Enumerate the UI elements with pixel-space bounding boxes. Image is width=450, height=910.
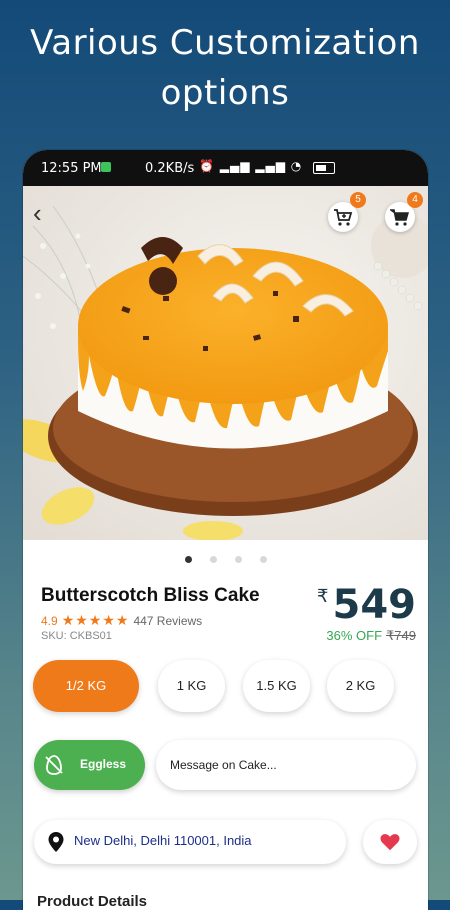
product-image: ‹ 5 4 bbox=[23, 186, 428, 540]
no-egg-icon bbox=[45, 755, 63, 775]
phone-screen: 12:55 PM 0.2KB/s ⏰ ▂▄▆ ▂▄▆ ◔ ‹ 5 4 Butte… bbox=[23, 150, 428, 910]
price-value: 549 bbox=[332, 582, 417, 628]
carousel-dot[interactable] bbox=[259, 556, 267, 563]
promo-heading: Various Customization options bbox=[0, 18, 450, 118]
product-details-heading: Product Details bbox=[37, 893, 148, 910]
carousel-dot[interactable] bbox=[234, 556, 242, 563]
app-notification-icon bbox=[101, 162, 111, 172]
reviews-link[interactable]: 447 Reviews bbox=[133, 614, 202, 628]
eggless-label: Eggless bbox=[80, 757, 127, 771]
original-price: ₹749 bbox=[386, 628, 416, 643]
signal-wifi-icons: ⏰ ▂▄▆ ▂▄▆ ◔ bbox=[199, 159, 303, 173]
carousel-dot[interactable] bbox=[209, 556, 217, 563]
wishlist-button[interactable] bbox=[363, 820, 417, 864]
promo-line-1: Various Customization bbox=[30, 23, 420, 63]
weight-option-1kg[interactable]: 1 KG bbox=[158, 660, 225, 712]
location-text: New Delhi, Delhi 110001, India bbox=[74, 833, 252, 848]
product-sku: SKU: CKBS01 bbox=[41, 630, 112, 642]
heart-icon bbox=[380, 834, 400, 851]
weight-option-1-5kg[interactable]: 1.5 KG bbox=[243, 660, 310, 712]
rating-row: 4.9 ★★★★★ 447 Reviews bbox=[41, 612, 202, 629]
cake-message-field[interactable] bbox=[156, 740, 416, 790]
status-bar: 12:55 PM 0.2KB/s ⏰ ▂▄▆ ▂▄▆ ◔ bbox=[23, 150, 428, 186]
battery-icon bbox=[313, 162, 335, 174]
carousel-indicator bbox=[23, 550, 428, 568]
weight-selector: 1/2 KG 1 KG 1.5 KG 2 KG bbox=[33, 660, 423, 714]
discount-percent: 36% OFF bbox=[326, 628, 383, 643]
currency-symbol: ₹ bbox=[317, 586, 329, 606]
promo-line-2: options bbox=[160, 73, 290, 113]
weight-option-half-kg[interactable]: 1/2 KG bbox=[33, 660, 139, 712]
price-block: ₹549 bbox=[317, 582, 416, 628]
cart-badge: 4 bbox=[407, 192, 423, 208]
cake-illustration bbox=[23, 186, 428, 540]
discount-row: 36% OFF ₹749 bbox=[326, 628, 416, 644]
network-speed: 0.2KB/s bbox=[145, 161, 195, 176]
status-time: 12:55 PM bbox=[41, 161, 102, 176]
cart-plus-icon bbox=[334, 209, 353, 226]
cake-message-input[interactable] bbox=[168, 754, 407, 776]
product-title: Butterscotch Bliss Cake bbox=[41, 585, 260, 606]
location-pin-icon bbox=[48, 832, 64, 852]
star-rating-icons: ★★★★★ bbox=[61, 612, 130, 628]
carousel-dot[interactable] bbox=[184, 556, 192, 563]
quick-cart-badge: 5 bbox=[350, 192, 366, 208]
cart-icon bbox=[390, 209, 409, 226]
weight-option-2kg[interactable]: 2 KG bbox=[327, 660, 394, 712]
rating-value: 4.9 bbox=[41, 614, 58, 628]
eggless-toggle[interactable]: Eggless bbox=[34, 740, 145, 790]
delivery-location[interactable]: New Delhi, Delhi 110001, India bbox=[34, 820, 346, 864]
back-button[interactable]: ‹ bbox=[33, 200, 57, 226]
